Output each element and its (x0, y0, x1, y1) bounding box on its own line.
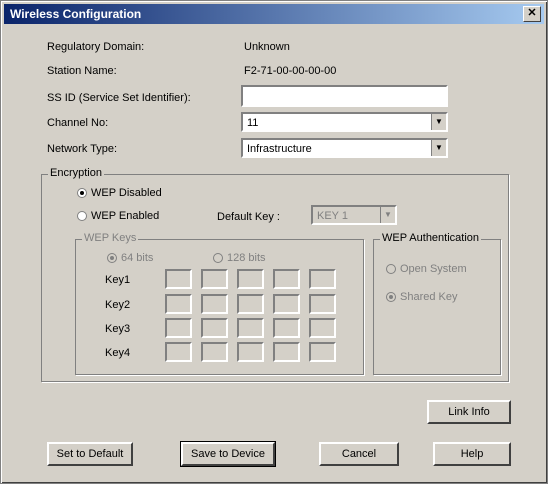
key1-field-2[interactable] (201, 269, 228, 289)
key3-field-4[interactable] (273, 318, 300, 338)
wep-keys-legend: WEP Keys (82, 232, 139, 244)
open-system-label: Open System (400, 263, 467, 275)
key1-field-3[interactable] (237, 269, 264, 289)
close-button[interactable]: ✕ (523, 6, 541, 22)
key4-field-5[interactable] (309, 342, 336, 362)
shared-key-label: Shared Key (400, 291, 458, 303)
channel-label: Channel No: (47, 117, 109, 129)
open-system-radio[interactable]: Open System (386, 263, 467, 275)
default-key-select[interactable]: KEY 1 ▼ (311, 205, 397, 225)
ssid-input[interactable] (241, 85, 448, 107)
key4-field-1[interactable] (165, 342, 192, 362)
wep-disabled-radio[interactable]: WEP Disabled (77, 187, 162, 199)
default-key-value: KEY 1 (317, 210, 348, 222)
wep-enabled-label: WEP Enabled (91, 210, 160, 222)
wep-enabled-radio[interactable]: WEP Enabled (77, 210, 159, 222)
regulatory-domain-value: Unknown (244, 41, 290, 53)
channel-value: 11 (247, 117, 259, 129)
chevron-down-icon[interactable]: ▼ (431, 140, 446, 156)
chevron-down-icon[interactable]: ▼ (380, 207, 395, 223)
link-info-button[interactable]: Link Info (427, 400, 511, 424)
radio-selected-icon (107, 253, 117, 263)
key1-field-1[interactable] (165, 269, 192, 289)
wep-auth-group: WEP Authentication (373, 232, 501, 375)
key4-field-3[interactable] (237, 342, 264, 362)
key4-label: Key4 (105, 347, 131, 359)
chevron-down-icon[interactable]: ▼ (431, 114, 446, 130)
shared-key-radio[interactable]: Shared Key (386, 291, 457, 303)
key2-field-4[interactable] (273, 294, 300, 314)
title-bar[interactable]: Wireless Configuration ✕ (4, 4, 544, 24)
network-type-select[interactable]: Infrastructure ▼ (241, 138, 448, 158)
key3-label: Key3 (105, 323, 131, 335)
key3-field-1[interactable] (165, 318, 192, 338)
ssid-label: SS ID (Service Set Identifier): (47, 92, 191, 104)
key2-label: Key2 (105, 299, 131, 311)
cancel-button[interactable]: Cancel (319, 442, 399, 466)
window-title: Wireless Configuration (10, 7, 142, 21)
channel-select[interactable]: 11 ▼ (241, 112, 448, 132)
default-key-label: Default Key : (217, 211, 280, 223)
key4-field-2[interactable] (201, 342, 228, 362)
wep-auth-legend: WEP Authentication (380, 232, 482, 244)
radio-unselected-icon (386, 264, 396, 274)
key3-field-3[interactable] (237, 318, 264, 338)
set-to-default-button[interactable]: Set to Default (47, 442, 133, 466)
key1-field-5[interactable] (309, 269, 336, 289)
radio-selected-icon (386, 292, 396, 302)
wireless-config-dialog: Wireless Configuration ✕ Regulatory Doma… (0, 0, 548, 484)
network-type-value: Infrastructure (247, 143, 312, 155)
key4-field-4[interactable] (273, 342, 300, 362)
encryption-legend: Encryption (48, 167, 104, 179)
wep-disabled-label: WEP Disabled (91, 187, 162, 199)
close-icon: ✕ (527, 7, 537, 19)
key2-field-2[interactable] (201, 294, 228, 314)
regulatory-domain-label: Regulatory Domain: (47, 41, 145, 53)
station-name-label: Station Name: (47, 65, 117, 77)
bits128-label: 128 bits (227, 252, 266, 264)
key1-field-4[interactable] (273, 269, 300, 289)
radio-unselected-icon (213, 253, 223, 263)
bits64-radio[interactable]: 64 bits (107, 252, 153, 264)
bits64-label: 64 bits (121, 252, 154, 264)
key2-field-3[interactable] (237, 294, 264, 314)
key3-field-5[interactable] (309, 318, 336, 338)
save-to-device-button[interactable]: Save to Device (180, 441, 276, 467)
network-type-label: Network Type: (47, 143, 118, 155)
station-name-value: F2-71-00-00-00-00 (244, 65, 337, 77)
help-button[interactable]: Help (433, 442, 511, 466)
key2-field-1[interactable] (165, 294, 192, 314)
bits128-radio[interactable]: 128 bits (213, 252, 266, 264)
key2-field-5[interactable] (309, 294, 336, 314)
key1-label: Key1 (105, 274, 131, 286)
key3-field-2[interactable] (201, 318, 228, 338)
radio-unselected-icon (77, 211, 87, 221)
radio-selected-icon (77, 188, 87, 198)
